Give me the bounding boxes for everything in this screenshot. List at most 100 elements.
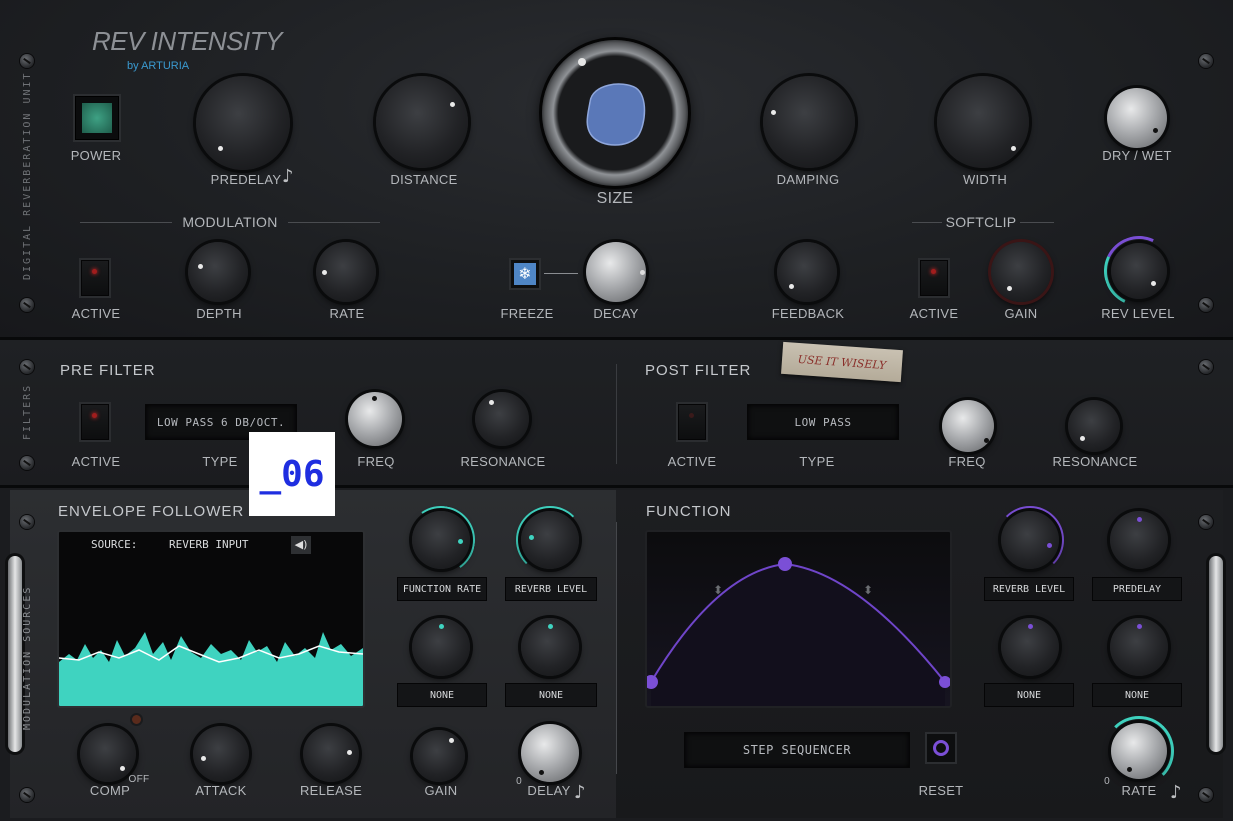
- feedback-label: FEEDBACK: [771, 306, 845, 321]
- screw-icon: [20, 515, 34, 529]
- screw-icon: [20, 788, 34, 802]
- envelope-waveform: [59, 632, 363, 706]
- screw-icon: [1199, 298, 1213, 312]
- func-dest3-knob[interactable]: [1001, 618, 1059, 676]
- note-sync-icon[interactable]: ♪: [1170, 782, 1182, 803]
- softclip-gain-knob[interactable]: [991, 242, 1051, 302]
- distance-knob[interactable]: [376, 76, 468, 168]
- func-dest3-select[interactable]: NONE: [984, 683, 1074, 707]
- rev-intensity-plugin: DIGITAL REVERBERATION UNIT REV INTENSITY…: [0, 0, 1233, 821]
- filters-panel: FILTERS PRE FILTER ACTIVE LOW PASS 6 DB/…: [0, 340, 1233, 488]
- env-dest1-select[interactable]: FUNCTION RATE: [397, 577, 487, 601]
- env-dest3-select[interactable]: NONE: [397, 683, 487, 707]
- env-gain-knob[interactable]: [413, 730, 465, 782]
- reset-icon: [933, 740, 949, 756]
- note-sync-icon[interactable]: ♪: [282, 166, 294, 187]
- power-label: POWER: [70, 148, 122, 163]
- size-knob[interactable]: [542, 40, 688, 186]
- screw-icon: [1199, 54, 1213, 68]
- predelay-knob[interactable]: [196, 76, 290, 170]
- link-line: [544, 273, 578, 274]
- env-dest2-knob[interactable]: [521, 511, 579, 569]
- post-filter-type-select[interactable]: LOW PASS: [747, 404, 899, 440]
- release-knob[interactable]: [303, 726, 359, 782]
- post-filter-active-button[interactable]: [678, 404, 706, 440]
- env-dest4-select[interactable]: NONE: [505, 683, 597, 707]
- pre-filter-active-button[interactable]: [81, 404, 109, 440]
- func-dest4-knob[interactable]: [1110, 618, 1168, 676]
- depth-label: DEPTH: [196, 306, 242, 321]
- predelay-label: PREDELAY: [210, 172, 282, 187]
- envelope-follower-title: ENVELOPE FOLLOWER: [58, 503, 245, 520]
- screw-icon: [20, 298, 34, 312]
- power-button[interactable]: [75, 96, 119, 140]
- softclip-title: SOFTCLIP: [945, 214, 1017, 230]
- attack-knob[interactable]: [193, 726, 249, 782]
- post-filter-freq-label: FREQ: [948, 454, 986, 469]
- env-dest4-knob[interactable]: [521, 618, 579, 676]
- func-dest4-select[interactable]: NONE: [1092, 683, 1182, 707]
- pre-filter-type-label: TYPE: [202, 454, 238, 469]
- func-dest2-knob[interactable]: [1110, 511, 1168, 569]
- post-filter-type-label: TYPE: [799, 454, 835, 469]
- func-dest2-select[interactable]: PREDELAY: [1092, 577, 1182, 601]
- softclip-active-button[interactable]: [920, 260, 948, 296]
- env-dest1-knob[interactable]: [412, 511, 470, 569]
- softclip-active-label: ACTIVE: [909, 306, 959, 321]
- function-display[interactable]: ⬍ ⬍: [645, 530, 952, 708]
- softclip-gain-label: GAIN: [1004, 306, 1038, 321]
- freeze-button[interactable]: ❄: [511, 260, 539, 288]
- function-mode-select[interactable]: STEP SEQUENCER: [684, 732, 910, 768]
- delay-knob[interactable]: [521, 724, 579, 782]
- func-dest1-select[interactable]: REVERB LEVEL: [984, 577, 1074, 601]
- divider: [912, 222, 942, 223]
- dry-wet-label: DRY / WET: [1102, 148, 1172, 163]
- decay-knob[interactable]: [586, 242, 646, 302]
- divider: [616, 522, 617, 774]
- post-filter-freq-knob[interactable]: [942, 400, 994, 452]
- app-subtitle: by ARTURIA: [127, 60, 190, 72]
- pre-filter-resonance-knob[interactable]: [475, 392, 529, 446]
- comp-led-icon: [132, 715, 141, 724]
- damping-knob[interactable]: [763, 76, 855, 168]
- function-rate-knob[interactable]: [1111, 723, 1167, 779]
- reverb-main-panel: DIGITAL REVERBERATION UNIT REV INTENSITY…: [0, 0, 1233, 340]
- pre-filter-freq-knob[interactable]: [348, 392, 402, 446]
- modulation-active-label: ACTIVE: [71, 306, 121, 321]
- decay-label: DECAY: [593, 306, 639, 321]
- release-label: RELEASE: [299, 783, 363, 798]
- divider: [288, 222, 380, 223]
- side-label: DIGITAL REVERBERATION UNIT: [22, 71, 33, 280]
- pre-filter-active-label: ACTIVE: [71, 454, 121, 469]
- rack-handle-right[interactable]: [1209, 556, 1223, 752]
- note-sync-icon[interactable]: ♪: [574, 782, 586, 803]
- rack-handle-left[interactable]: [8, 556, 22, 752]
- power-led-icon: [82, 103, 112, 133]
- dry-wet-knob[interactable]: [1107, 88, 1167, 148]
- env-gain-label: GAIN: [424, 783, 458, 798]
- distance-label: DISTANCE: [390, 172, 458, 187]
- comp-off-label: OFF: [128, 774, 150, 785]
- damping-label: DAMPING: [776, 172, 840, 187]
- reset-button[interactable]: [927, 734, 955, 762]
- rev-level-knob[interactable]: [1111, 243, 1167, 299]
- depth-knob[interactable]: [188, 242, 248, 302]
- post-filter-active-label: ACTIVE: [667, 454, 717, 469]
- post-filter-resonance-label: RESONANCE: [1052, 454, 1138, 469]
- divider: [616, 364, 617, 464]
- screw-icon: [20, 456, 34, 470]
- divider: [80, 222, 172, 223]
- env-dest2-select[interactable]: REVERB LEVEL: [505, 577, 597, 601]
- mod-rate-knob[interactable]: [316, 242, 376, 302]
- feedback-knob[interactable]: [777, 242, 837, 302]
- env-dest3-knob[interactable]: [412, 618, 470, 676]
- pre-filter-freq-label: FREQ: [357, 454, 395, 469]
- size-label: SIZE: [596, 190, 634, 207]
- modulation-active-button[interactable]: [81, 260, 109, 296]
- func-dest1-knob[interactable]: [1001, 511, 1059, 569]
- width-knob[interactable]: [937, 76, 1029, 168]
- rev-level-label: REV LEVEL: [1101, 306, 1175, 321]
- post-filter-resonance-knob[interactable]: [1068, 400, 1120, 452]
- screw-icon: [20, 54, 34, 68]
- comp-label: COMP: [89, 783, 131, 798]
